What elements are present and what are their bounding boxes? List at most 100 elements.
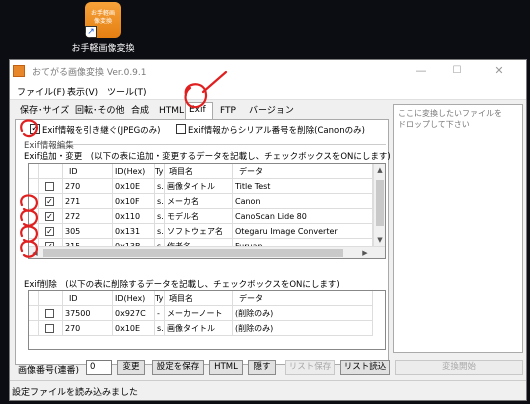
- scroll-thumb[interactable]: [43, 249, 343, 257]
- cell-id-hex: 0x10E: [113, 321, 155, 336]
- add-table-vscrollbar[interactable]: ▲ ▼: [373, 164, 385, 246]
- menu-file[interactable]: ファイル(F): [17, 85, 65, 98]
- exif-delete-table[interactable]: ID ID(Hex) Ty 項目名 データ 37500 0x927C - メーカーノー…: [28, 290, 386, 350]
- list-save-button[interactable]: リスト保存: [285, 360, 335, 375]
- cell-id: 270: [63, 321, 113, 336]
- cell-data: (削除のみ): [233, 321, 373, 336]
- row-checkbox-cell[interactable]: [39, 306, 63, 321]
- tab-exif[interactable]: Exif: [185, 102, 213, 120]
- cell-id-hex: 0x10E: [113, 179, 155, 194]
- scroll-right-icon[interactable]: ▶: [359, 247, 371, 258]
- cell-id-hex: 0x131: [113, 224, 155, 239]
- cell-data: (削除のみ): [233, 306, 373, 321]
- tab-strip: 保存･サイズ 回転･その他 合成 HTML Exif FTP バージョン: [10, 102, 390, 120]
- header-id-hex: ID(Hex): [113, 164, 155, 179]
- tab-ftp[interactable]: FTP: [217, 104, 239, 119]
- menu-bar: ファイル(F) 表示(V) ツール(T): [10, 82, 526, 100]
- image-number-label: 画像番号(連番): [18, 366, 80, 376]
- tab-rotate-other[interactable]: 回転･その他: [72, 104, 128, 119]
- cell-type: s...: [155, 209, 165, 224]
- cell-id: 271: [63, 194, 113, 209]
- header-id-hex: ID(Hex): [113, 291, 155, 306]
- cell-id: 272: [63, 209, 113, 224]
- cell-item-name: メーカ名: [165, 194, 233, 209]
- status-text: 設定ファイルを読み込みました: [12, 388, 139, 398]
- header-id: ID: [63, 291, 113, 306]
- drop-hint: ここに変換したいファイルを ドロップして下さい: [398, 109, 502, 129]
- shortcut-art-text: お手軽画像変換: [90, 10, 115, 25]
- file-drop-area[interactable]: ここに変換したいファイルを ドロップして下さい: [393, 104, 523, 353]
- tab-version[interactable]: バージョン: [246, 104, 297, 119]
- menu-tools[interactable]: ツール(T): [107, 85, 147, 98]
- row-marker-cell: [29, 209, 39, 224]
- cell-item-name: メーカーノート: [165, 306, 233, 321]
- cell-item-name: ソフトウェア名: [165, 224, 233, 239]
- scroll-left-icon[interactable]: ◀: [29, 247, 41, 258]
- row-checkbox[interactable]: ✓: [45, 227, 54, 236]
- row-checkbox[interactable]: ✓: [45, 197, 54, 206]
- keep-exif-label: Exif情報を引き継ぐ(JPEGのみ): [42, 126, 161, 136]
- header-cell: [39, 291, 63, 306]
- hide-button[interactable]: 隠す: [248, 360, 276, 375]
- row-checkbox[interactable]: [45, 324, 54, 333]
- header-cell: [29, 291, 39, 306]
- change-button[interactable]: 変更: [117, 360, 145, 375]
- header-data: データ: [233, 164, 373, 179]
- row-marker-cell: [29, 179, 39, 194]
- cell-item-name: 画像タイトル: [165, 321, 233, 336]
- cell-id-hex: 0x927C: [113, 306, 155, 321]
- tab-html[interactable]: HTML: [156, 104, 187, 119]
- row-marker-cell: [29, 224, 39, 239]
- app-window: おてがる画像変換 Ver.0.9.1 — ☐ ✕ ファイル(F) 表示(V) ツ…: [9, 59, 527, 401]
- remove-serial-label: Exif情報からシリアル番号を削除(Canonのみ): [188, 126, 365, 136]
- tab-composite[interactable]: 合成: [128, 104, 152, 119]
- cell-data: Otegaru Image Converter: [233, 224, 373, 239]
- header-type: Ty: [155, 164, 165, 179]
- row-checkbox[interactable]: [45, 182, 54, 191]
- header-cell: [39, 164, 63, 179]
- status-bar: 設定ファイルを読み込みました: [10, 380, 526, 400]
- html-button[interactable]: HTML: [209, 360, 243, 375]
- remove-serial-checkbox[interactable]: [176, 124, 186, 134]
- tab-save-size[interactable]: 保存･サイズ: [17, 104, 72, 119]
- cell-id-hex: 0x110: [113, 209, 155, 224]
- keep-exif-checkbox[interactable]: ✓: [30, 124, 40, 134]
- header-id: ID: [63, 164, 113, 179]
- app-icon: [13, 65, 25, 77]
- cell-data: Canon: [233, 194, 373, 209]
- menu-view[interactable]: 表示(V): [67, 85, 98, 98]
- title-bar[interactable]: おてがる画像変換 Ver.0.9.1 — ☐ ✕: [10, 60, 526, 82]
- desktop-shortcut-label: お手軽画像変換: [71, 44, 135, 54]
- cell-item-name: モデル名: [165, 209, 233, 224]
- group-divider: [66, 144, 386, 145]
- app-shortcut-icon: お手軽画像変換 ↗: [85, 2, 121, 38]
- minimize-button[interactable]: —: [406, 62, 436, 80]
- row-checkbox-cell[interactable]: ✓: [39, 209, 63, 224]
- image-number-input[interactable]: 0: [86, 360, 112, 375]
- scroll-up-icon[interactable]: ▲: [374, 164, 385, 176]
- cell-type: s...: [155, 179, 165, 194]
- row-checkbox-cell[interactable]: [39, 179, 63, 194]
- save-settings-button[interactable]: 設定を保存: [152, 360, 204, 375]
- header-type: Ty: [155, 291, 165, 306]
- list-load-button[interactable]: リスト読込: [340, 360, 390, 375]
- row-checkbox-cell[interactable]: ✓: [39, 194, 63, 209]
- exif-add-table[interactable]: ID ID(Hex) Ty 項目名 データ 2700x10Es...画像タイトル…: [28, 163, 386, 259]
- start-conversion-button[interactable]: 変換開始: [395, 360, 523, 375]
- scroll-thumb[interactable]: [376, 180, 384, 226]
- scroll-down-icon[interactable]: ▼: [374, 234, 385, 246]
- cell-id: 305: [63, 224, 113, 239]
- row-checkbox[interactable]: ✓: [45, 212, 54, 221]
- row-checkbox-cell[interactable]: [39, 321, 63, 336]
- row-checkbox-cell[interactable]: ✓: [39, 224, 63, 239]
- add-table-hscrollbar[interactable]: ◀ ▶: [29, 246, 385, 258]
- row-checkbox[interactable]: [45, 309, 54, 318]
- cell-item-name: 画像タイトル: [165, 179, 233, 194]
- desktop-shortcut[interactable]: お手軽画像変換 ↗ お手軽画像変換: [58, 2, 148, 54]
- header-item-name: 項目名: [165, 164, 233, 179]
- maximize-button[interactable]: ☐: [442, 62, 472, 80]
- row-marker-cell: [29, 306, 39, 321]
- header-cell: [29, 164, 39, 179]
- cell-type: s...: [155, 321, 165, 336]
- close-button[interactable]: ✕: [484, 62, 514, 80]
